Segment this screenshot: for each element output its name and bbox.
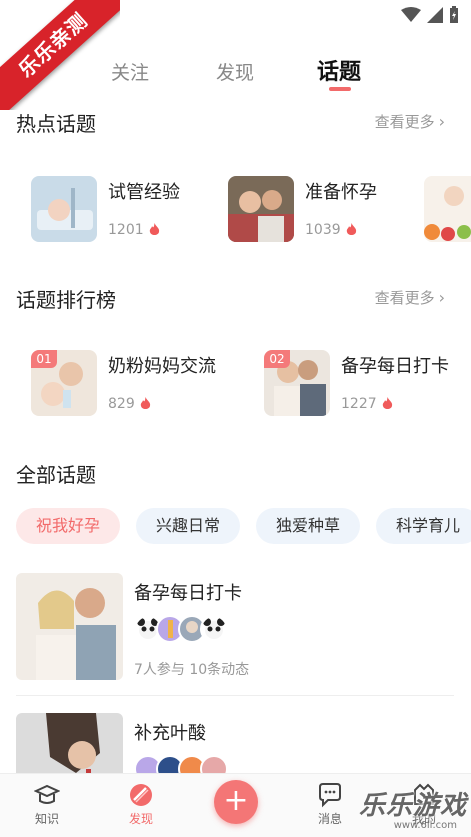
fire-icon [346,223,356,235]
tab-discover[interactable]: 发现 [216,58,254,85]
discover-icon [130,784,152,806]
topic-count: 1227 [341,396,377,412]
tab-topics[interactable]: 话题 [317,54,361,86]
topic-list-thumbnail [16,573,123,680]
chevron-right-icon: › [438,288,445,307]
nav-discover[interactable]: 发现 [111,782,171,827]
topic-count: 1201 [108,222,144,238]
more-link-label: 查看更多 [374,289,435,307]
hot-topic-card[interactable]: 准备怀孕 1039 [228,176,377,242]
all-topics-title: 全部话题 [16,463,96,487]
tab-active-indicator [329,87,351,91]
hot-topic-card[interactable]: 试管经验 1201 [31,176,180,242]
chip-zhuwohaoyun[interactable]: 祝我好孕 [16,508,121,544]
watermark-text: 乐乐游戏 [358,791,467,821]
more-link-label: 查看更多 [374,113,435,131]
rank-badge: 02 [264,350,290,368]
topic-title: 备孕每日打卡 [341,356,449,377]
nav-knowledge[interactable]: 知识 [17,782,77,827]
topic-list-title: 备孕每日打卡 [134,583,242,604]
topic-list-thumbnail [16,713,123,773]
nav-label: 发现 [128,812,153,826]
graduation-cap-icon [34,784,60,804]
bottom-nav: 知识 发现 + 消息 我的 乐乐游戏 www.6ll.com [0,773,471,837]
rank-badge: 01 [31,350,57,368]
topic-thumbnail [31,176,97,242]
corner-ribbon: 乐乐亲测 [0,0,120,110]
topic-list-item[interactable]: 补充叶酸 [16,713,454,773]
chat-bubble-icon [319,783,341,808]
add-button[interactable]: + [214,780,258,824]
nav-label: 知识 [34,812,59,826]
participant-avatars [134,615,228,643]
participant-avatars [134,755,228,773]
topic-thumbnail: 01 [31,350,97,416]
topic-thumbnail [228,176,294,242]
topic-list-meta: 7人参与 10条动态 [134,662,250,678]
topic-count: 1039 [305,222,341,238]
fire-icon [140,397,150,409]
avatar [200,755,228,773]
topic-count: 829 [108,396,135,412]
hot-topic-card-partial[interactable] [424,176,471,242]
topic-title: 奶粉妈妈交流 [108,356,216,377]
ranking-card[interactable]: 02 备孕每日打卡 1227 [264,350,449,416]
fire-icon [149,223,159,235]
topic-title: 准备怀孕 [305,182,377,203]
chip-duaizhongcao[interactable]: 独爱种草 [256,508,361,544]
chip-xingqurichang[interactable]: 兴趣日常 [136,508,241,544]
status-icons [401,6,459,24]
chip-kexueyuer[interactable]: 科学育儿 [376,508,471,544]
fire-icon [382,397,392,409]
list-divider [16,695,454,696]
chevron-right-icon: › [438,112,445,131]
topic-list-item[interactable]: 备孕每日打卡 7人参与 10条动态 [16,573,454,683]
topic-thumbnail: 02 [264,350,330,416]
avatar [200,615,228,643]
ranking-card[interactable]: 01 奶粉妈妈交流 829 [31,350,216,416]
corner-ribbon-label: 乐乐亲测 [0,0,120,110]
watermark-url: www.6ll.com [393,820,457,831]
topic-chips: 祝我好孕 兴趣日常 独爱种草 科学育儿 [16,508,471,544]
topic-thumbnail [424,176,471,242]
watermark-logo: 乐乐游戏 www.6ll.com [351,775,471,837]
battery-icon [450,6,458,23]
hot-topics-more-link[interactable]: 查看更多 › [375,111,445,132]
topic-list-title: 补充叶酸 [134,723,206,744]
ranking-title: 话题排行榜 [16,288,116,312]
signal-icon [427,7,443,23]
ranking-more-link[interactable]: 查看更多 › [375,287,445,308]
wifi-icon [401,7,421,22]
topic-title: 试管经验 [108,182,180,203]
hot-topics-title: 热点话题 [16,112,96,136]
